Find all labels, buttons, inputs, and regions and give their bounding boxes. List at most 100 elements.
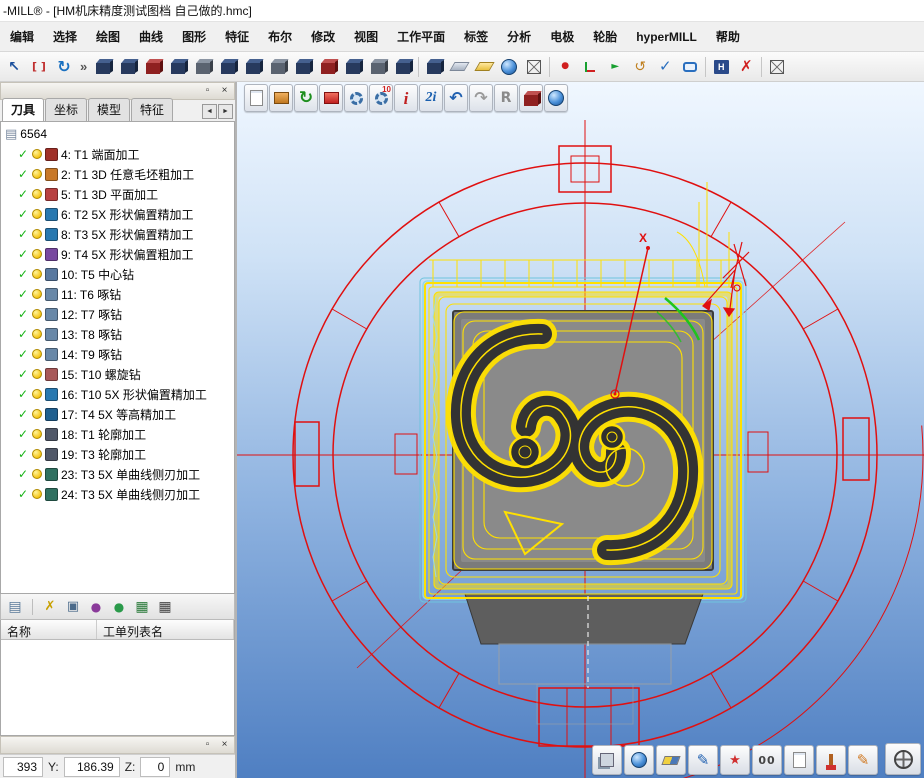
update-toolpath-icon[interactable]: ↻ xyxy=(294,84,318,112)
menu-item[interactable]: 曲线 xyxy=(130,23,172,50)
close-panel-button[interactable]: × xyxy=(217,738,232,752)
job-tree-item[interactable]: ✓ 5: T1 3D 平面加工 xyxy=(1,184,234,204)
solid-mirror-icon[interactable] xyxy=(341,55,365,79)
menu-item[interactable]: 标签 xyxy=(455,23,497,50)
visibility-bulb-icon[interactable] xyxy=(32,269,42,279)
new-job-list-icon[interactable] xyxy=(244,84,268,112)
undo-icon[interactable]: ↶ xyxy=(444,84,468,112)
visibility-bulb-icon[interactable] xyxy=(32,489,42,499)
mesh-icon[interactable] xyxy=(522,55,546,79)
menu-item[interactable]: 选择 xyxy=(44,23,86,50)
visibility-bulb-icon[interactable] xyxy=(32,169,42,179)
confirm-check-icon[interactable]: ✓ xyxy=(653,55,677,79)
sphere-tool-icon[interactable] xyxy=(497,55,521,79)
box-select-icon[interactable]: [ ] xyxy=(27,55,51,79)
pen-icon[interactable]: ✎ xyxy=(688,745,718,775)
job-tree-item[interactable]: ✓ 23: T3 5X 单曲线侧刃加工 xyxy=(1,464,234,484)
menu-item[interactable]: 工作平面 xyxy=(388,23,454,50)
solid-scale-icon[interactable] xyxy=(366,55,390,79)
browser-tab[interactable]: 坐标 xyxy=(45,98,88,121)
view-cube-icon[interactable] xyxy=(765,55,789,79)
job-tree-item[interactable]: ✓ 2: T1 3D 任意毛坯粗加工 xyxy=(1,164,234,184)
pencil-icon[interactable]: ✎ xyxy=(848,745,878,775)
visibility-bulb-icon[interactable] xyxy=(32,449,42,459)
job-tree-root[interactable]: ▤ 6564 xyxy=(1,124,234,144)
visibility-bulb-icon[interactable] xyxy=(32,409,42,419)
job-tree-item[interactable]: ✓ 19: T3 轮廓加工 xyxy=(1,444,234,464)
column-joblist-name[interactable]: 工单列表名 xyxy=(97,620,234,639)
visibility-bulb-icon[interactable] xyxy=(32,389,42,399)
vector-icon[interactable]: ► xyxy=(603,55,627,79)
menu-item[interactable]: 帮助 xyxy=(707,23,749,50)
menu-item[interactable]: 特征 xyxy=(216,23,258,50)
comet-icon[interactable]: ★ xyxy=(720,745,750,775)
eraser-icon[interactable] xyxy=(656,745,686,775)
browser-tab[interactable]: 模型 xyxy=(88,98,131,121)
visibility-bulb-icon[interactable] xyxy=(32,229,42,239)
simulation-sphere-icon[interactable] xyxy=(544,84,568,112)
float-panel-button[interactable]: ▫ xyxy=(200,738,215,752)
page-turn-icon[interactable] xyxy=(784,745,814,775)
visibility-bulb-icon[interactable] xyxy=(32,369,42,379)
surface-icon[interactable] xyxy=(472,55,496,79)
tab-scroll-left[interactable]: ◄ xyxy=(202,104,217,119)
menu-item[interactable]: 绘图 xyxy=(87,23,129,50)
job-tree-item[interactable]: ✓ 18: T1 轮廓加工 xyxy=(1,424,234,444)
extrude-icon[interactable] xyxy=(422,55,446,79)
delete-job-icon[interactable]: ✗ xyxy=(39,597,61,617)
solid-intersect-icon[interactable] xyxy=(166,55,190,79)
job-tree-item[interactable]: ✓ 24: T3 5X 单曲线侧刃加工 xyxy=(1,484,234,504)
menu-item[interactable]: 图形 xyxy=(173,23,215,50)
solid-shell-icon[interactable] xyxy=(191,55,215,79)
solid-pattern-icon[interactable] xyxy=(391,55,415,79)
job-tree-item[interactable]: ✓ 8: T3 5X 形状偏置精加工 xyxy=(1,224,234,244)
close-panel-button[interactable]: × xyxy=(217,84,232,98)
menu-item[interactable]: 轮胎 xyxy=(584,23,626,50)
solid-rotate-icon[interactable] xyxy=(291,55,315,79)
menu-item[interactable]: 修改 xyxy=(302,23,344,50)
job-tree-item[interactable]: ✓ 14: T9 啄钻 xyxy=(1,344,234,364)
layers-icon[interactable] xyxy=(592,745,622,775)
refresh-icon[interactable]: ↻ xyxy=(52,55,76,79)
menu-item[interactable]: 编辑 xyxy=(1,23,43,50)
visibility-bulb-icon[interactable] xyxy=(32,429,42,439)
solid-fillet-icon[interactable] xyxy=(216,55,240,79)
visibility-bulb-icon[interactable] xyxy=(32,469,42,479)
solid-box-icon[interactable] xyxy=(91,55,115,79)
job-tree-item[interactable]: ✓ 13: T8 啄钻 xyxy=(1,324,234,344)
rename-icon[interactable]: R xyxy=(494,84,518,112)
menu-item[interactable]: 分析 xyxy=(498,23,540,50)
triad-icon[interactable] xyxy=(578,55,602,79)
redo-icon[interactable]: ↷ xyxy=(469,84,493,112)
browser-tab[interactable]: 刀具 xyxy=(2,98,45,121)
open-model-icon[interactable] xyxy=(269,84,293,112)
viewport-3d[interactable]: X ↻ 10 i 2i ↶ ↷ R ✎ ★ 00 ✎ xyxy=(237,82,924,778)
job-tree-item[interactable]: ✓ 9: T4 5X 形状偏置粗加工 xyxy=(1,244,234,264)
info-icon[interactable]: i xyxy=(394,84,418,112)
job-tree-item[interactable]: ✓ 6: T2 5X 形状偏置精加工 xyxy=(1,204,234,224)
visibility-bulb-icon[interactable] xyxy=(32,209,42,219)
shading-sphere-icon[interactable] xyxy=(624,745,654,775)
info2-icon[interactable]: 2i xyxy=(419,84,443,112)
viewport-canvas[interactable]: X xyxy=(237,82,924,778)
menu-item[interactable]: 电极 xyxy=(541,23,583,50)
visibility-bulb-icon[interactable] xyxy=(32,249,42,259)
browser-tab[interactable]: 特征 xyxy=(131,98,174,121)
solid-union-icon[interactable] xyxy=(116,55,140,79)
table-dark-icon[interactable]: ▦ xyxy=(154,597,176,617)
workplane-icon[interactable] xyxy=(447,55,471,79)
point-icon[interactable]: ● xyxy=(553,55,577,79)
visibility-bulb-icon[interactable] xyxy=(32,189,42,199)
solid-move-icon[interactable] xyxy=(266,55,290,79)
overflow-chevron[interactable]: » xyxy=(76,59,91,74)
frame-counter[interactable]: 00 xyxy=(752,745,782,775)
column-name[interactable]: 名称 xyxy=(1,620,97,639)
stock-cube-icon[interactable] xyxy=(519,84,543,112)
menu-item[interactable]: 布尔 xyxy=(259,23,301,50)
rotate-ccw-icon[interactable]: ↺ xyxy=(628,55,652,79)
brush-icon[interactable] xyxy=(816,745,846,775)
job-tree-item[interactable]: ✓ 16: T10 5X 形状偏置精加工 xyxy=(1,384,234,404)
float-panel-button[interactable]: ▫ xyxy=(200,84,215,98)
settings-gear-icon[interactable] xyxy=(344,84,368,112)
visibility-bulb-icon[interactable] xyxy=(32,309,42,319)
